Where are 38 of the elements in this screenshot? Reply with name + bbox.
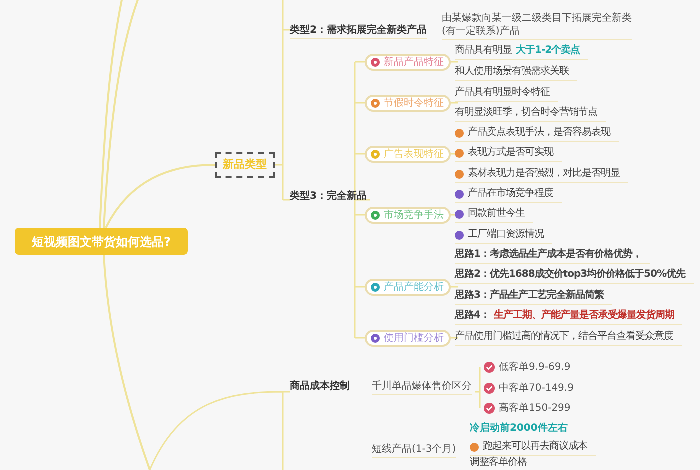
note-text: 冷启动前2000件左右 bbox=[470, 421, 568, 436]
type-note: 由某爆款向某一级二级类目下拓展完全新类(有一定联系)产品 bbox=[442, 12, 632, 40]
feature-pill[interactable]: 产品产能分析 bbox=[365, 279, 451, 296]
connector-line bbox=[474, 366, 481, 409]
root-node[interactable]: 短视频图文带货如何选品? bbox=[15, 228, 188, 255]
highlight-text: 生产工期、产能产量是否承受爆量发货周期 bbox=[494, 309, 674, 323]
type-label: 类型2：需求拓展完全新类产品 bbox=[290, 23, 427, 39]
branch-label: 商品成本控制 bbox=[290, 379, 350, 394]
item-text: 调整客单价格 bbox=[470, 456, 527, 470]
item-text: 跑起来可以再去商议成本 bbox=[483, 440, 588, 454]
item-text: 和人使用场景有强需求关联 bbox=[455, 65, 569, 79]
item-text: 表现方式是否可实现 bbox=[468, 146, 554, 160]
item-text: 思路2：优先1688成交价top3均价价格低于50%优先 bbox=[455, 268, 686, 282]
item-text: 产品具有明显时令特征 bbox=[455, 86, 550, 100]
item-text: 思路3：产品生产工艺完全新品简繁 bbox=[455, 289, 604, 303]
price-text: 高客单150-299 bbox=[499, 402, 571, 416]
item-text: 产品使用门槛过高的情况下，结合平台查看受众意度 bbox=[455, 330, 674, 344]
sub-label: 短线产品(1-3个月) bbox=[372, 442, 456, 458]
sub-label: 千川单品爆体售价区分 bbox=[372, 379, 472, 395]
branch-node[interactable]: 新品类型 bbox=[215, 152, 275, 178]
item-text: 同款前世今生 bbox=[468, 207, 525, 221]
item-text: 工厂端口资源情况 bbox=[468, 228, 544, 242]
feature-pill[interactable]: 市场竞争手法 bbox=[365, 207, 451, 224]
highlight-text: 大于1-2个卖点 bbox=[516, 44, 580, 58]
feature-pill[interactable]: 使用门槛分析 bbox=[365, 330, 451, 347]
feature-pill[interactable]: 新品产品特征 bbox=[365, 54, 451, 71]
type-label: 类型3：完全新品 bbox=[290, 189, 367, 204]
item-text: 有明显淡旺季，切合时令营销节点 bbox=[455, 106, 598, 120]
item-text: 思路4： bbox=[455, 309, 490, 323]
item-text: 产品在市场竞争程度 bbox=[468, 187, 554, 201]
item-text: 产品卖点表现手法，是否容易表现 bbox=[468, 126, 610, 140]
feature-pill[interactable]: 节假时令特征 bbox=[365, 95, 451, 112]
item-text: 商品具有明显 bbox=[455, 44, 512, 58]
feature-pill[interactable]: 广告表现特征 bbox=[365, 146, 451, 163]
item-text: 素材表现力是否强烈，对比是否明显 bbox=[468, 167, 620, 181]
item-text: 思路1：考虑选品生产成本是否有价格优势， bbox=[455, 248, 642, 262]
price-text: 低客单9.9-69.9 bbox=[499, 360, 571, 375]
price-text: 中客单70-149.9 bbox=[499, 382, 574, 396]
